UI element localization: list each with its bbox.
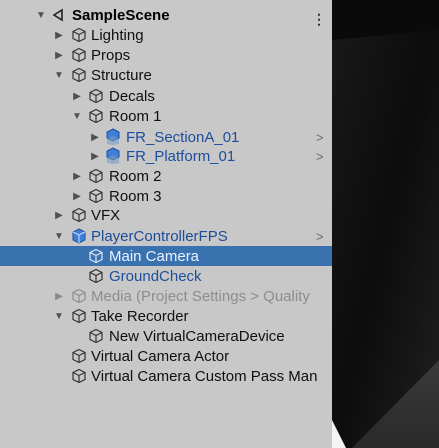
scene-row[interactable]: ▼ SampleScene ⋮ — [0, 5, 332, 28]
cube-icon — [70, 347, 88, 365]
triangle-right-icon[interactable]: ▶ — [53, 290, 65, 302]
hierarchy-item-room-3[interactable]: ▶ Room 3 — [0, 186, 332, 206]
hierarchy-item-new-virtualcameradevice[interactable]: New VirtualCameraDevice — [0, 326, 332, 346]
hierarchy-item-label: Virtual Camera Actor — [91, 347, 230, 365]
hierarchy-panel: ▼ SampleScene ⋮ ▶ Lighting ▶ Props ▼ Str… — [0, 0, 332, 448]
cube-icon — [70, 307, 88, 325]
hierarchy-item-label: Lighting — [91, 26, 144, 44]
triangle-right-icon[interactable]: ▶ — [89, 131, 101, 143]
triangle-right-icon[interactable]: ▶ — [71, 190, 83, 202]
chevron-right-icon[interactable]: > — [316, 130, 324, 145]
cube-icon — [87, 247, 105, 265]
cube-icon — [87, 187, 105, 205]
hierarchy-item-label: VFX — [91, 206, 121, 224]
hierarchy-item-label: Decals — [109, 87, 155, 105]
hierarchy-item-label: FR_Platform_01 — [126, 147, 236, 165]
cube-icon — [87, 107, 105, 125]
hierarchy-item-label: Room 1 — [109, 107, 162, 125]
hierarchy-item-room-1[interactable]: ▼ Room 1 — [0, 106, 332, 126]
triangle-down-icon[interactable]: ▼ — [71, 110, 83, 122]
hierarchy-item-decals[interactable]: ▶ Decals — [0, 86, 332, 106]
cube-icon — [70, 287, 88, 305]
cube-icon — [87, 267, 105, 285]
prefab-cube-icon — [70, 227, 88, 245]
hierarchy-item-label: Main Camera — [109, 247, 200, 265]
triangle-down-icon[interactable]: ▼ — [35, 9, 47, 21]
cube-icon — [87, 327, 105, 345]
hierarchy-item-label: Take Recorder — [91, 307, 189, 325]
hierarchy-item-fr-platform-01[interactable]: ▶ FR_Platform_01 > — [0, 146, 332, 166]
hierarchy-item-take-recorder[interactable]: ▼ Take Recorder — [0, 306, 332, 326]
hierarchy-item-media[interactable]: ▶ Media (Project Settings > Quality — [0, 286, 332, 306]
cube-icon — [87, 167, 105, 185]
hierarchy-item-virtual-camera-custom-pass-manager[interactable]: Virtual Camera Custom Pass Man — [0, 366, 332, 386]
hierarchy-item-label: Room 3 — [109, 187, 162, 205]
hierarchy-item-vfx[interactable]: ▶ VFX — [0, 205, 332, 225]
cube-icon — [70, 66, 88, 84]
prefab-cube-icon — [104, 147, 122, 165]
triangle-right-icon[interactable]: ▶ — [53, 49, 65, 61]
cube-icon — [70, 26, 88, 44]
triangle-down-icon[interactable]: ▼ — [53, 310, 65, 322]
hierarchy-item-fr-sectiona-01[interactable]: ▶ FR_SectionA_01 > — [0, 127, 332, 147]
hierarchy-item-room-2[interactable]: ▶ Room 2 — [0, 166, 332, 186]
triangle-right-icon[interactable]: ▶ — [71, 90, 83, 102]
scene-view[interactable] — [332, 0, 439, 448]
hierarchy-item-playercontrollerfps[interactable]: ▼ PlayerControllerFPS > — [0, 226, 332, 246]
hierarchy-item-main-camera[interactable]: Main Camera — [0, 246, 332, 266]
prefab-cube-icon — [104, 128, 122, 146]
chevron-right-icon[interactable]: > — [316, 229, 324, 244]
hierarchy-item-label: Room 2 — [109, 167, 162, 185]
hierarchy-item-props[interactable]: ▶ Props — [0, 45, 332, 65]
cube-icon — [70, 46, 88, 64]
hierarchy-item-lighting[interactable]: ▶ Lighting — [0, 25, 332, 45]
hierarchy-item-label: Props — [91, 46, 131, 64]
hierarchy-item-groundcheck[interactable]: GroundCheck — [0, 266, 332, 286]
scene-view-render — [332, 0, 439, 448]
hierarchy-item-label: New VirtualCameraDevice — [109, 327, 285, 345]
hierarchy-item-label: FR_SectionA_01 — [126, 128, 240, 146]
cube-icon — [70, 206, 88, 224]
unity-scene-icon — [50, 6, 68, 24]
scene-name: SampleScene — [72, 6, 170, 24]
triangle-down-icon[interactable]: ▼ — [53, 230, 65, 242]
triangle-right-icon[interactable]: ▶ — [71, 170, 83, 182]
cube-icon — [87, 87, 105, 105]
chevron-right-icon[interactable]: > — [316, 149, 324, 164]
triangle-right-icon[interactable]: ▶ — [53, 209, 65, 221]
hierarchy-item-virtual-camera-actor[interactable]: Virtual Camera Actor — [0, 346, 332, 366]
hierarchy-item-label: PlayerControllerFPS — [91, 227, 228, 245]
cube-icon — [70, 367, 88, 385]
hierarchy-item-label: Structure — [91, 66, 152, 84]
triangle-right-icon[interactable]: ▶ — [89, 150, 101, 162]
hierarchy-item-label: Media (Project Settings > Quality — [91, 287, 310, 305]
hierarchy-item-structure[interactable]: ▼ Structure — [0, 65, 332, 85]
hierarchy-item-label: Virtual Camera Custom Pass Man — [91, 367, 318, 385]
hierarchy-item-label: GroundCheck — [109, 267, 202, 285]
triangle-down-icon[interactable]: ▼ — [53, 69, 65, 81]
triangle-right-icon[interactable]: ▶ — [53, 29, 65, 41]
